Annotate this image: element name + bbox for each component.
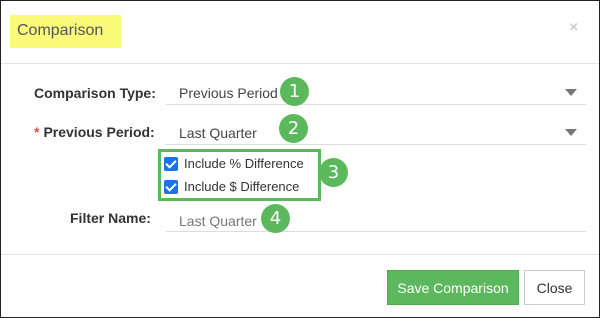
dialog-title: Comparison [10,15,121,48]
include-percent-checkbox[interactable] [164,156,178,171]
comparison-type-select[interactable]: Previous Period [166,77,586,105]
comparison-dialog: Comparison × Comparison Type: Previous P… [0,0,600,318]
dialog-footer: Save Comparison Close [1,254,599,317]
previous-period-label: * Previous Period: [34,124,155,140]
required-indicator: * [34,124,40,140]
filter-name-input[interactable] [166,204,586,232]
dialog-header: Comparison × [1,1,599,64]
comparison-type-label: Comparison Type: [34,85,156,101]
chevron-down-icon [565,89,577,96]
include-percent-label: Include % Difference [184,156,304,171]
close-icon[interactable]: × [569,20,578,36]
step-badge-2: 2 [279,114,308,143]
filter-name-label: Filter Name: [70,210,151,226]
include-dollar-option[interactable]: Include $ Difference [164,179,299,194]
close-button[interactable]: Close [524,270,585,305]
save-comparison-button[interactable]: Save Comparison [387,270,519,305]
previous-period-select[interactable]: Last Quarter [166,117,586,145]
step-badge-4: 4 [261,204,290,233]
step-badge-1: 1 [280,77,309,106]
previous-period-value: Last Quarter [179,125,257,141]
comparison-type-value: Previous Period [179,85,278,101]
step-badge-3: 3 [319,158,348,187]
include-dollar-checkbox[interactable] [164,179,178,194]
include-percent-option[interactable]: Include % Difference [164,156,304,171]
previous-period-label-text: Previous Period: [43,124,155,140]
include-dollar-label: Include $ Difference [184,179,300,194]
chevron-down-icon [565,129,577,136]
